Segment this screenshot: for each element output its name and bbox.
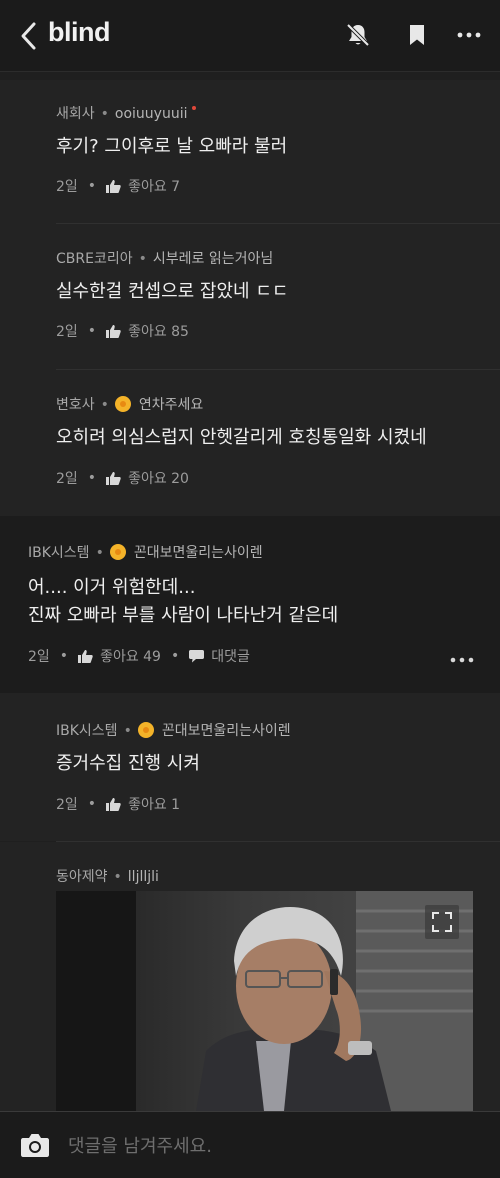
user-badge-icon xyxy=(109,544,126,560)
nickname[interactable]: 연차주세요 xyxy=(139,397,203,413)
reply-comment: 새회사 • ooiuuyuuii 후기? 그이후로 날 오빠라 불러 2일 • 좋아요… xyxy=(0,80,500,224)
comment-meta: CBRE코리아 • 시부레로 읽는거아님 xyxy=(56,251,274,267)
comment-time: 2일 xyxy=(56,324,78,340)
nickname[interactable]: 꼰대보면울리는사이렌 xyxy=(162,723,291,739)
like-count[interactable]: 좋아요 1 xyxy=(128,794,180,814)
reply-button[interactable]: 대댓글 xyxy=(211,646,250,666)
company-name: CBRE코리아 xyxy=(56,251,133,267)
like-count[interactable]: 좋아요 85 xyxy=(128,321,189,341)
expand-icon[interactable] xyxy=(425,905,459,939)
nickname[interactable]: lljlljli xyxy=(128,869,159,885)
comment-text: 실수한걸 컨셉으로 잡았네 ㄷㄷ xyxy=(56,281,289,302)
main-comment: IBK시스템 • 꼰대보면울리는사이렌 어.... 이거 위험한데... 진짜 오빠… xyxy=(0,516,500,693)
user-badge-icon xyxy=(137,722,154,738)
comment-meta: IBK시스템 • 꼰대보면울리는사이렌 xyxy=(28,544,263,561)
company-name: 변호사 xyxy=(56,397,95,413)
comment-text-line-1: 어.... 이거 위험한데... xyxy=(28,577,196,598)
company-name: IBK시스템 xyxy=(56,723,118,739)
comment-meta: IBK시스템 • 꼰대보면울리는사이렌 xyxy=(56,722,291,739)
thumbs-up-icon[interactable] xyxy=(78,649,93,663)
speech-bubble-icon[interactable] xyxy=(189,649,205,663)
nickname[interactable]: ooiuuyuuii xyxy=(115,106,188,122)
camera-icon[interactable] xyxy=(20,1132,50,1158)
notification-off-icon[interactable] xyxy=(345,22,371,48)
reply-comment: CBRE코리아 • 시부레로 읽는거아님 실수한걸 컨셉으로 잡았네 ㄷㄷ 2일 • … xyxy=(0,224,500,370)
company-name: IBK시스템 xyxy=(28,545,90,561)
thumbs-up-icon[interactable] xyxy=(106,471,121,485)
bookmark-icon[interactable] xyxy=(404,22,430,48)
comment-input-bar xyxy=(0,1111,500,1178)
user-badge-icon xyxy=(114,396,131,412)
comment-time: 2일 xyxy=(56,797,78,813)
comment-meta: 동아제약 • lljlljli xyxy=(56,869,159,885)
company-name: 동아제약 xyxy=(56,869,108,885)
comment-footer: 2일 • 좋아요 85 xyxy=(56,321,189,341)
more-icon[interactable] xyxy=(450,656,474,664)
like-count[interactable]: 좋아요 20 xyxy=(128,468,189,488)
like-count[interactable]: 좋아요 49 xyxy=(100,646,161,666)
thumbs-up-icon[interactable] xyxy=(106,324,121,338)
comment-time: 2일 xyxy=(28,649,50,665)
more-icon[interactable] xyxy=(456,22,482,48)
reply-comment: IBK시스템 • 꼰대보면울리는사이렌 증거수집 진행 시켜 2일 • 좋아요 1 xyxy=(0,693,500,841)
comment-text: 오히려 의심스럽지 안헷갈리게 호칭통일화 시켰네 xyxy=(56,427,427,448)
comment-text: 증거수집 진행 시켜 xyxy=(56,753,200,774)
reply-comment: 변호사 • 연차주세요 오히려 의심스럽지 안헷갈리게 호칭통일화 시켰네 2일 • … xyxy=(0,370,500,516)
nickname[interactable]: 시부레로 읽는거아님 xyxy=(153,251,273,267)
comment-input[interactable] xyxy=(68,1132,468,1160)
blind-logo[interactable]: blind xyxy=(48,17,110,48)
comment-image[interactable] xyxy=(56,891,473,1111)
comment-time: 2일 xyxy=(56,179,78,195)
comment-footer: 2일 • 좋아요 20 xyxy=(56,468,189,488)
comment-footer: 2일 • 좋아요 49 • 대댓글 xyxy=(28,646,250,666)
comment-footer: 2일 • 좋아요 7 xyxy=(56,176,181,196)
comment-time: 2일 xyxy=(56,471,78,487)
comment-text-line-2: 진짜 오빠라 부를 사람이 나타난거 같은데 xyxy=(28,605,339,626)
new-indicator-dot xyxy=(192,106,197,110)
company-name: 새회사 xyxy=(56,106,95,122)
top-bar: blind xyxy=(0,0,500,72)
back-icon[interactable] xyxy=(18,20,40,52)
nickname[interactable]: 꼰대보면울리는사이렌 xyxy=(134,545,263,561)
comment-text: 후기? 그이후로 날 오빠라 불러 xyxy=(56,136,288,157)
thumbs-up-icon[interactable] xyxy=(106,179,121,193)
photo-man-on-phone xyxy=(56,891,473,1111)
like-count[interactable]: 좋아요 7 xyxy=(128,176,180,196)
comment-footer: 2일 • 좋아요 1 xyxy=(56,794,181,814)
comment-meta: 새회사 • ooiuuyuuii xyxy=(56,103,197,123)
thumbs-up-icon[interactable] xyxy=(106,797,121,811)
comment-meta: 변호사 • 연차주세요 xyxy=(56,396,204,413)
